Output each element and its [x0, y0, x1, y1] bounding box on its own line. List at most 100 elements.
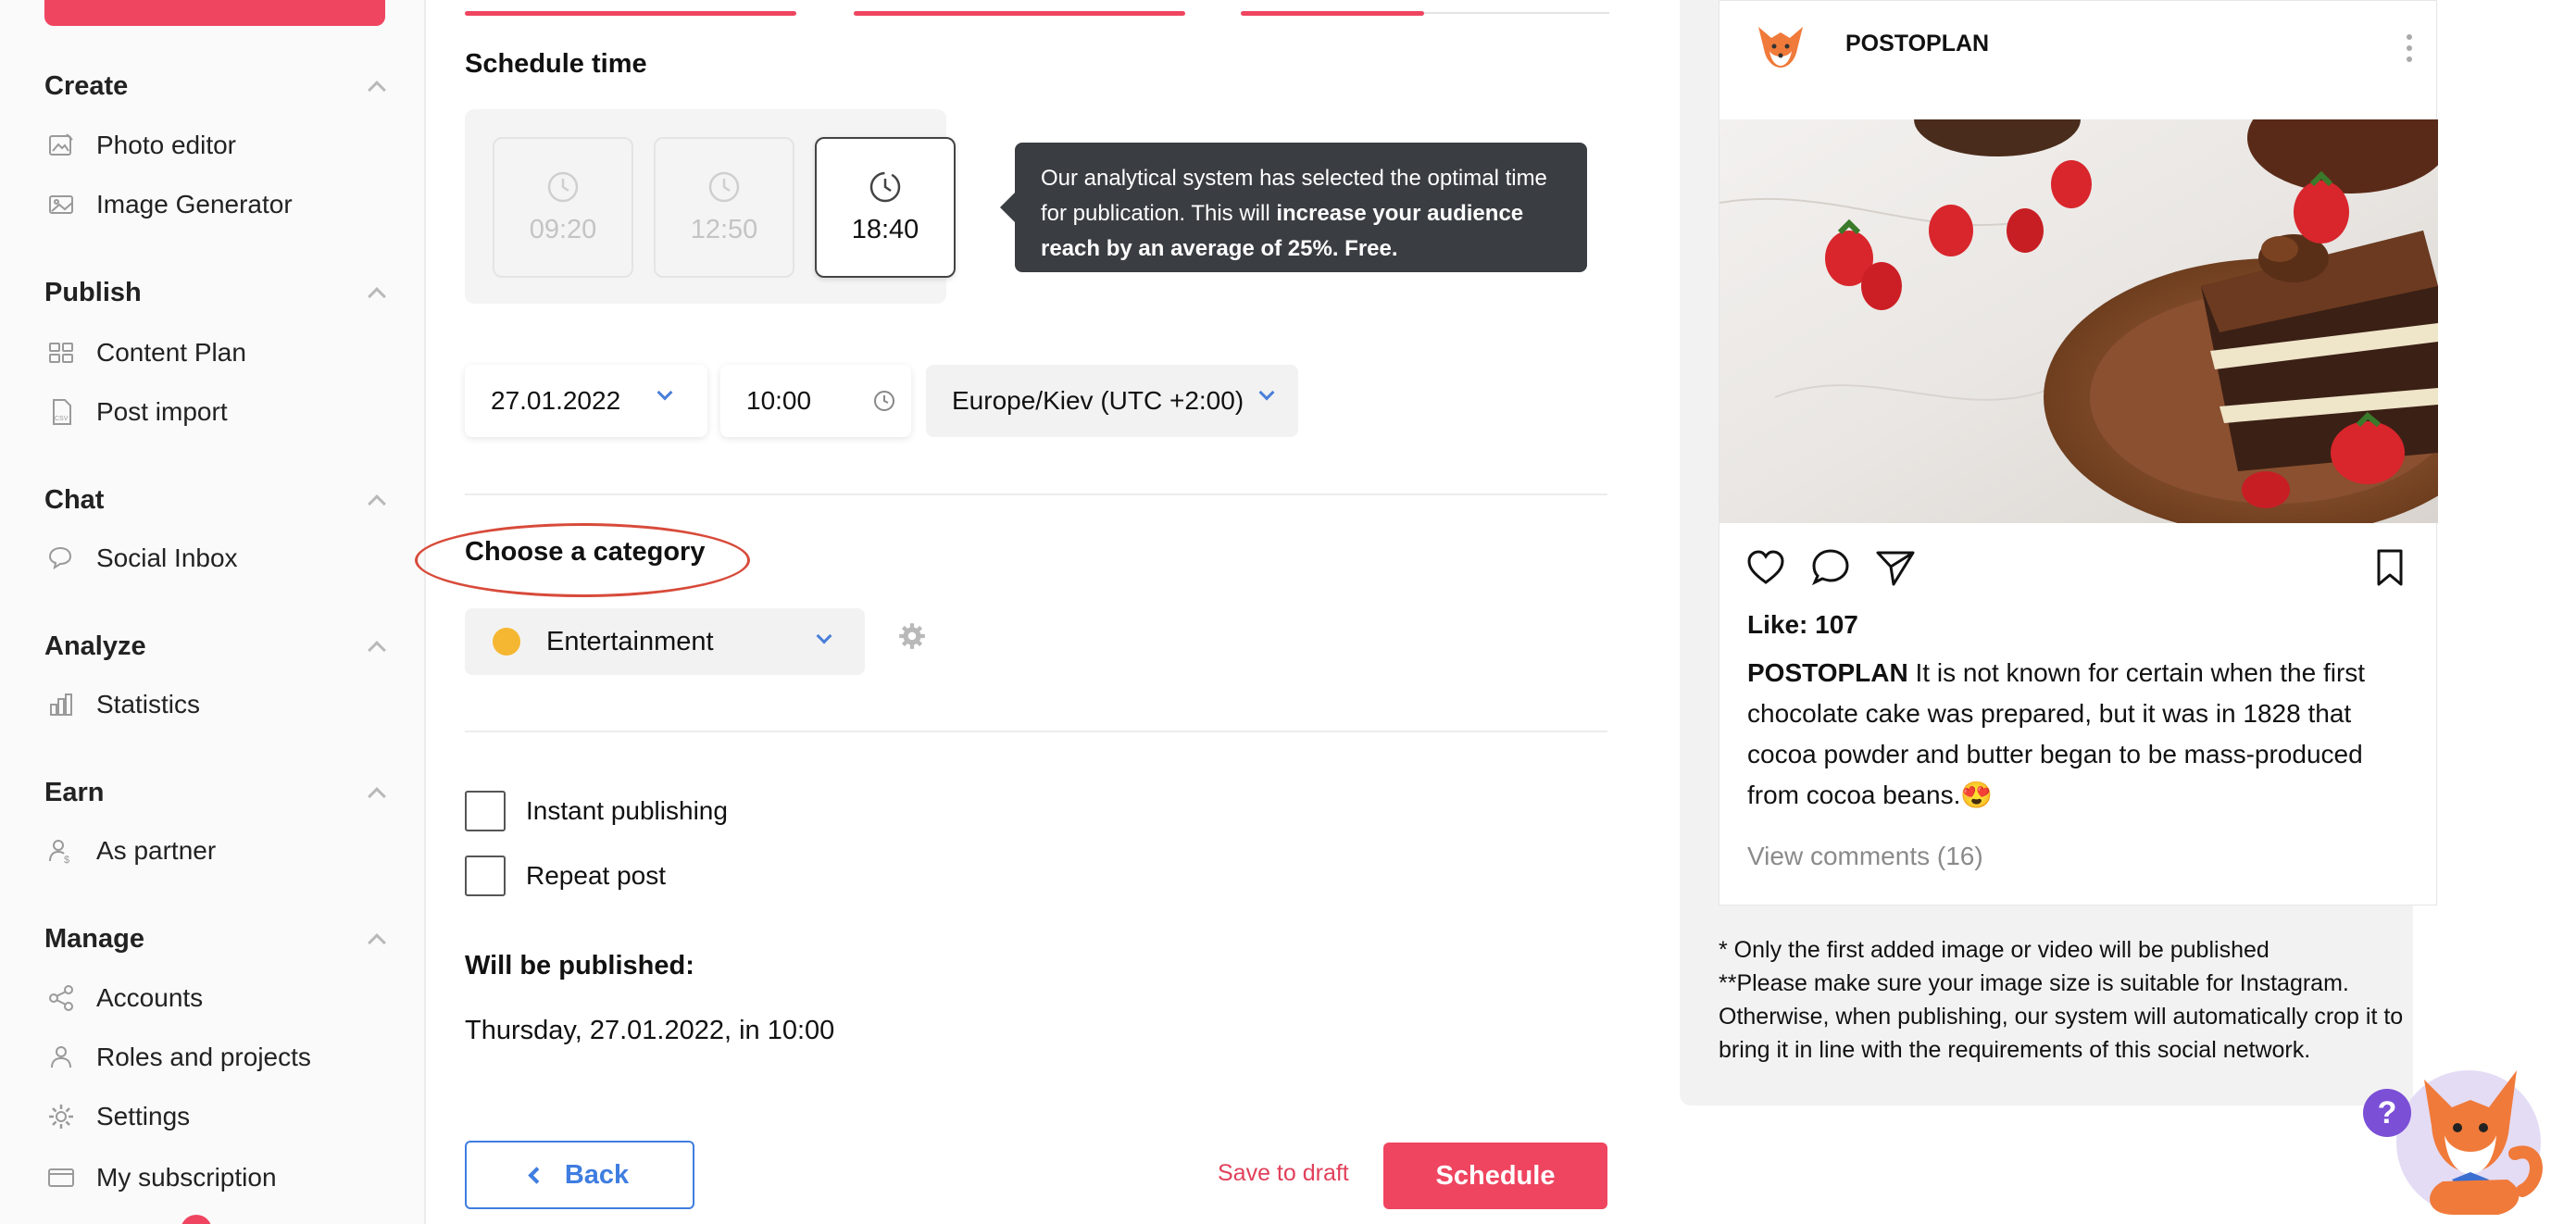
save-to-draft-link[interactable]: Save to draft	[1218, 1160, 1349, 1187]
bookmark-icon[interactable]	[2368, 545, 2412, 590]
likes-count: Like: 107	[1747, 610, 1858, 639]
timezone-select[interactable]: Europe/Kiev (UTC +2:00)	[926, 365, 1298, 437]
sidebar-item-label: As partner	[96, 836, 217, 865]
sidebar-item-my-subscription[interactable]: My subscription	[44, 1155, 389, 1201]
time-input[interactable]: 10:00	[720, 365, 911, 437]
time-slot-2[interactable]: 12:50	[654, 137, 794, 278]
grid-icon	[44, 336, 78, 369]
sidebar-item-label: Image Generator	[96, 190, 293, 219]
sidebar-item-social-inbox[interactable]: Social Inbox	[44, 535, 389, 581]
schedule-time-title: Schedule time	[465, 49, 647, 79]
chevron-up-icon	[368, 933, 386, 952]
note-first-image: * Only the first added image or video wi…	[1719, 937, 2270, 963]
sidebar-item-photo-editor[interactable]: Photo editor	[44, 122, 389, 169]
partner-dollar-icon: $	[44, 834, 78, 868]
sidebar: Create Photo editor Image Generator Publ…	[0, 0, 426, 1224]
share-send-icon[interactable]	[1873, 545, 1918, 590]
section-title: Chat	[44, 484, 105, 515]
post-image	[1719, 119, 2438, 523]
progress-remaining	[1424, 12, 1609, 14]
preview-notes: * Only the first added image or video wi…	[1719, 933, 2422, 1067]
section-title: Earn	[44, 777, 105, 807]
sidebar-item-label: Photo editor	[96, 131, 236, 159]
sidebar-item-label: My subscription	[96, 1163, 277, 1192]
chevron-up-icon	[368, 641, 386, 659]
users-icon	[44, 1041, 78, 1074]
time-slots-panel: 09:20 12:50 18:40	[465, 109, 956, 304]
sidebar-item-roles-projects[interactable]: Roles and projects	[44, 1034, 389, 1080]
progress-step-2	[854, 11, 1185, 16]
section-toggle-create[interactable]: Create	[44, 68, 389, 105]
sidebar-item-statistics[interactable]: Statistics	[44, 681, 389, 728]
category-color-dot	[493, 628, 520, 656]
card-icon	[44, 1161, 78, 1194]
chevron-up-icon	[368, 81, 386, 99]
sidebar-item-content-plan[interactable]: Content Plan	[44, 330, 389, 376]
preview-panel: POSTOPLAN Like: 107 POSTOPLAN It is not …	[1680, 0, 2438, 1105]
instagram-post-preview: POSTOPLAN Like: 107 POSTOPLAN It is not …	[1719, 0, 2438, 906]
time-slot-3-selected[interactable]: 18:40	[815, 137, 956, 278]
notification-badge	[181, 1215, 212, 1224]
publish-datetime-summary: Thursday, 27.01.2022, in 10:00	[465, 1016, 835, 1045]
sidebar-item-image-generator[interactable]: Image Generator	[44, 181, 389, 228]
section-toggle-chat[interactable]: Chat	[44, 481, 389, 518]
create-post-button[interactable]	[44, 0, 385, 26]
schedule-button[interactable]: Schedule	[1383, 1143, 1607, 1209]
post-header: POSTOPLAN	[1719, 1, 2438, 119]
sidebar-item-as-partner[interactable]: $ As partner	[44, 828, 389, 874]
section-toggle-manage[interactable]: Manage	[44, 920, 389, 957]
section-toggle-earn[interactable]: Earn	[44, 774, 389, 811]
section-toggle-analyze[interactable]: Analyze	[44, 628, 389, 665]
view-comments-link[interactable]: View comments (16)	[1747, 842, 1983, 871]
time-slot-label: 12:50	[690, 214, 758, 244]
chevron-down-icon	[1258, 384, 1275, 401]
divider	[465, 731, 1607, 732]
bar-chart-icon	[44, 688, 78, 721]
image-edit-icon	[44, 129, 78, 162]
section-title: Analyze	[44, 631, 146, 661]
image-icon	[44, 188, 78, 221]
back-button-label: Back	[564, 1159, 630, 1190]
post-preview-area: POSTOPLAN Like: 107 POSTOPLAN It is not …	[1650, 0, 2576, 1224]
sidebar-item-accounts[interactable]: Accounts	[44, 975, 389, 1021]
csv-file-icon: CSV	[44, 395, 78, 429]
sidebar-item-post-import[interactable]: CSV Post import	[44, 389, 389, 435]
chevron-up-icon	[368, 287, 386, 306]
share-nodes-icon	[44, 981, 78, 1015]
checkbox-box[interactable]	[465, 856, 506, 896]
more-options-icon[interactable]	[2407, 34, 2412, 62]
help-button[interactable]: ?	[2363, 1089, 2411, 1137]
checkbox-label: Repeat post	[526, 861, 666, 890]
chevron-left-icon	[528, 1166, 545, 1184]
section-title: Create	[44, 70, 129, 101]
category-select[interactable]: Entertainment	[465, 608, 865, 675]
sidebar-item-label: Roles and projects	[96, 1043, 311, 1071]
section-toggle-publish[interactable]: Publish	[44, 274, 389, 311]
time-slot-label: 18:40	[851, 214, 919, 244]
back-button[interactable]: Back	[465, 1141, 694, 1209]
like-heart-icon[interactable]	[1744, 545, 1788, 590]
checkbox-box[interactable]	[465, 791, 506, 831]
chevron-down-icon	[657, 384, 673, 401]
caption-author: POSTOPLAN	[1747, 658, 1908, 687]
post-actions-bar	[1719, 545, 2438, 595]
svg-text:$: $	[64, 855, 69, 866]
sidebar-item-settings[interactable]: Settings	[44, 1093, 389, 1140]
instant-publishing-checkbox[interactable]: Instant publishing	[465, 791, 728, 831]
clock-icon	[874, 391, 894, 411]
chat-bubbles-icon	[44, 542, 78, 575]
progress-step-3	[1241, 11, 1424, 16]
chevron-up-icon	[368, 787, 386, 806]
time-slot-1[interactable]: 09:20	[493, 137, 633, 278]
note-image-size: **Please make sure your image size is su…	[1719, 970, 2404, 1063]
sidebar-item-label: Social Inbox	[96, 543, 238, 572]
repeat-post-checkbox[interactable]: Repeat post	[465, 856, 666, 896]
clock-icon	[547, 171, 579, 202]
category-settings-gear-icon[interactable]	[896, 620, 928, 652]
sidebar-item-label: Post import	[96, 397, 228, 426]
timezone-value: Europe/Kiev (UTC +2:00)	[952, 386, 1244, 415]
chevron-down-icon	[816, 628, 832, 644]
gear-icon	[44, 1100, 78, 1133]
date-picker[interactable]: 27.01.2022	[465, 365, 707, 437]
comment-bubble-icon[interactable]	[1808, 545, 1853, 590]
